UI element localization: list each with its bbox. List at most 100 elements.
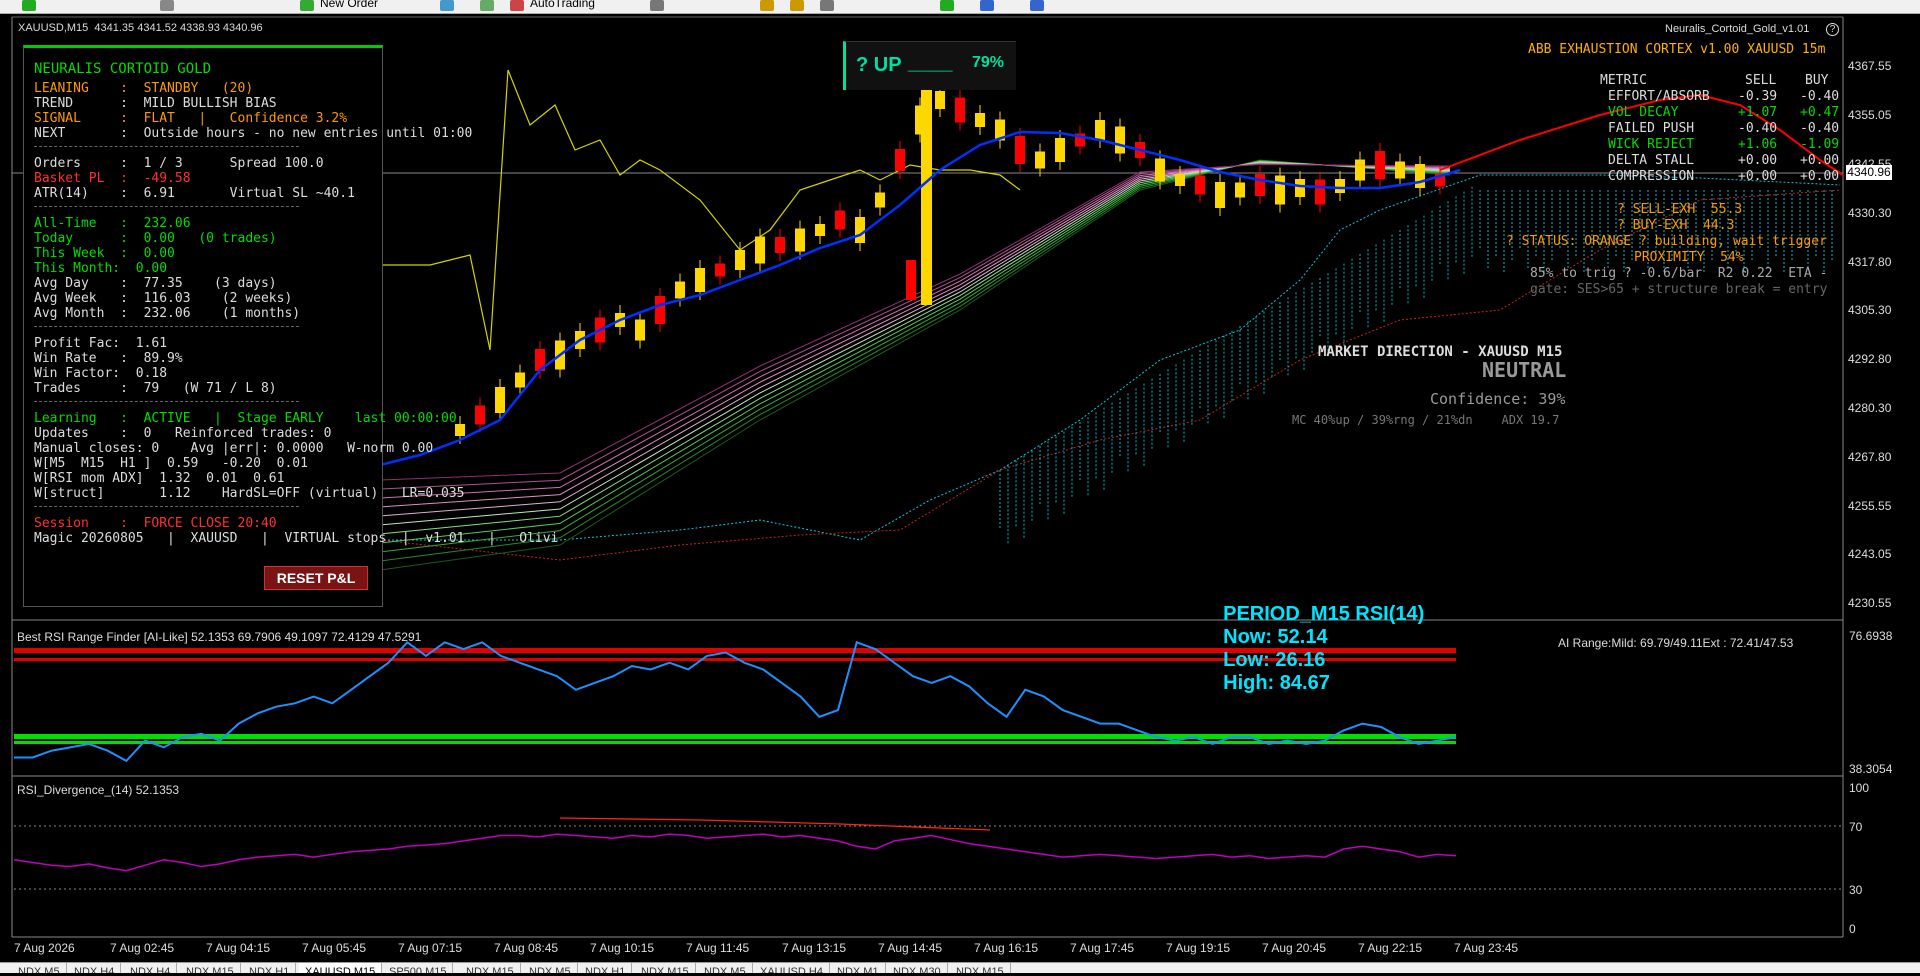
- rsi-lower-band-2: [14, 741, 1456, 744]
- chart-tab[interactable]: NDX,M5: [523, 963, 578, 973]
- abb-cell: -1.09: [1800, 137, 1840, 152]
- add-icon[interactable]: [22, 0, 36, 11]
- panel-line: TREND : MILD BULLISH BIAS: [34, 96, 277, 111]
- chart-tab[interactable]: SP500,M15: [383, 963, 454, 973]
- time-tick: 7 Aug 23:45: [1454, 941, 1518, 955]
- divergence-panel: [13, 817, 1843, 890]
- candle-body: [795, 228, 805, 252]
- chart-tab[interactable]: NDX,M5: [698, 963, 753, 973]
- panel-line: Win Rate : 89.9%: [34, 351, 183, 366]
- market-mc: MC 40%up / 39%rng / 21%dn ADX 19.7: [1292, 413, 1560, 427]
- abb-cell: DELTA STALL: [1608, 153, 1695, 168]
- panel-separator: [34, 206, 299, 207]
- chart-tab[interactable]: NDX,H4: [124, 963, 178, 973]
- proximity-text: PROXIMITY 54%: [1634, 250, 1744, 265]
- candle-body: [1215, 182, 1225, 208]
- up-badge-label: ? UP: [856, 54, 902, 76]
- chart-tab[interactable]: NDX,M15: [635, 963, 696, 973]
- chart-tab[interactable]: XAUUSD,M15: [299, 963, 383, 973]
- time-tick: 7 Aug 17:45: [1070, 941, 1134, 955]
- new-order-button[interactable]: New Order: [320, 0, 378, 10]
- panel-separator: [34, 506, 299, 507]
- autotrading-icon[interactable]: [510, 0, 524, 11]
- div-tick-30: 30: [1849, 883, 1863, 897]
- new-order-icon[interactable]: [300, 0, 314, 11]
- price-tick: 4292.80: [1848, 352, 1892, 366]
- candle-body: [755, 236, 765, 264]
- price-tick: 4367.55: [1848, 59, 1892, 73]
- candle-body: [815, 224, 825, 236]
- time-tick: 7 Aug 02:45: [110, 941, 174, 955]
- crosshair-icon[interactable]: [650, 0, 664, 11]
- up-badge: ? UP ____ 79%: [843, 41, 1016, 90]
- shield-icon[interactable]: [480, 0, 494, 11]
- chart-tab[interactable]: NDX,H1: [243, 963, 297, 973]
- rsi-now: Now: 52.14: [1223, 626, 1328, 648]
- templates-icon[interactable]: [1030, 0, 1044, 11]
- help-icon[interactable]: ?: [1826, 23, 1839, 36]
- panel-line: Win Factor: 0.18: [34, 366, 168, 381]
- chart-tab[interactable]: NDX,H4: [68, 963, 122, 973]
- rsi-panel-title: Best RSI Range Finder [AI-Like] 52.1353 …: [17, 630, 422, 644]
- price-axis: 4367.554355.054342.554330.304317.804305.…: [1848, 59, 1892, 610]
- candle-body: [1095, 120, 1105, 140]
- chart-tab[interactable]: XAUUSD,H4: [754, 963, 830, 973]
- abb-cell: VOL DECAY: [1608, 105, 1679, 120]
- rsi-low: Low: 26.16: [1223, 649, 1326, 671]
- chart-tab[interactable]: NDX,M15: [950, 963, 1011, 973]
- divergence-line: [13, 833, 1457, 872]
- panel-line: Session : FORCE CLOSE 20:40: [34, 516, 277, 531]
- time-tick: 7 Aug 14:45: [878, 941, 942, 955]
- abb-cell: -0.40: [1800, 121, 1840, 136]
- panel-line: Basket PL : -49.58: [34, 171, 191, 186]
- price-tick: 4243.05: [1848, 547, 1892, 561]
- candle-body: [1055, 138, 1065, 162]
- periods-icon[interactable]: [980, 0, 994, 11]
- candle-body: [635, 319, 645, 341]
- autotrading-button[interactable]: AutoTrading: [530, 0, 595, 10]
- abb-cell: -0.39: [1738, 89, 1778, 104]
- price-tick: 4230.55: [1848, 596, 1892, 610]
- zoom-in-icon[interactable]: [760, 0, 774, 11]
- chart-tab[interactable]: NDX,M15: [180, 963, 241, 973]
- candle-body: [921, 85, 932, 305]
- chart-tab[interactable]: NDX,M30: [887, 963, 948, 973]
- move-icon[interactable]: [160, 0, 174, 11]
- panel-line: Profit Fac: 1.61: [34, 336, 168, 351]
- candle-body: [1175, 174, 1185, 186]
- time-tick: 7 Aug 07:15: [398, 941, 462, 955]
- panel-line: This Month: 0.00: [34, 261, 168, 276]
- zoom-out-icon[interactable]: [790, 0, 804, 11]
- panel-line: Avg Day : 77.35 (3 days): [34, 276, 277, 291]
- candle-body: [855, 217, 865, 243]
- price-tick: 4355.05: [1848, 108, 1892, 122]
- candle-body: [895, 149, 905, 171]
- panel-line: Trades : 79 (W 71 / L 8): [34, 381, 277, 396]
- indicators-icon[interactable]: [940, 0, 954, 11]
- abb-cell: +0.00: [1738, 169, 1778, 184]
- panel-line: All-Time : 232.06: [34, 216, 191, 231]
- cloud-icon[interactable]: [440, 0, 454, 11]
- candle-body: [1375, 151, 1385, 179]
- chart-tab[interactable]: NDX,M5: [12, 963, 67, 973]
- rsi-bottom-value: 38.3054: [1849, 762, 1893, 776]
- ai-range-text: AI Range:Mild: 69.79/49.11Ext : 72.41/47…: [1558, 636, 1794, 650]
- chart-tab[interactable]: NDX,M15: [460, 963, 521, 973]
- price-tick: 4267.80: [1848, 450, 1892, 464]
- candles: [455, 83, 1445, 444]
- reset-pl-button[interactable]: RESET P&L: [264, 566, 368, 590]
- time-tick: 7 Aug 11:45: [686, 941, 749, 955]
- abb-cell: EFFORT/ABSORB: [1608, 89, 1710, 104]
- grid-icon[interactable]: [820, 0, 834, 11]
- candle-body: [935, 91, 945, 109]
- candle-body: [1115, 126, 1125, 154]
- panel-line: W[M5 M15 H1 ] 0.59 -0.20 0.01: [34, 456, 308, 471]
- sell-exh: ? SELL-EXH 55.3: [1617, 202, 1743, 217]
- chart-tab[interactable]: NDX,H1: [579, 963, 633, 973]
- candle-body: [1015, 136, 1025, 164]
- ribbon-line: [379, 162, 1451, 517]
- gate-text: gate: SES>65 + structure break = entry: [1530, 282, 1828, 297]
- chart-tab[interactable]: NDX,M1: [831, 963, 886, 973]
- div-tick-0: 0: [1849, 922, 1856, 936]
- panel-line: W[RSI mom ADX] 1.32 0.01 0.61: [34, 471, 285, 486]
